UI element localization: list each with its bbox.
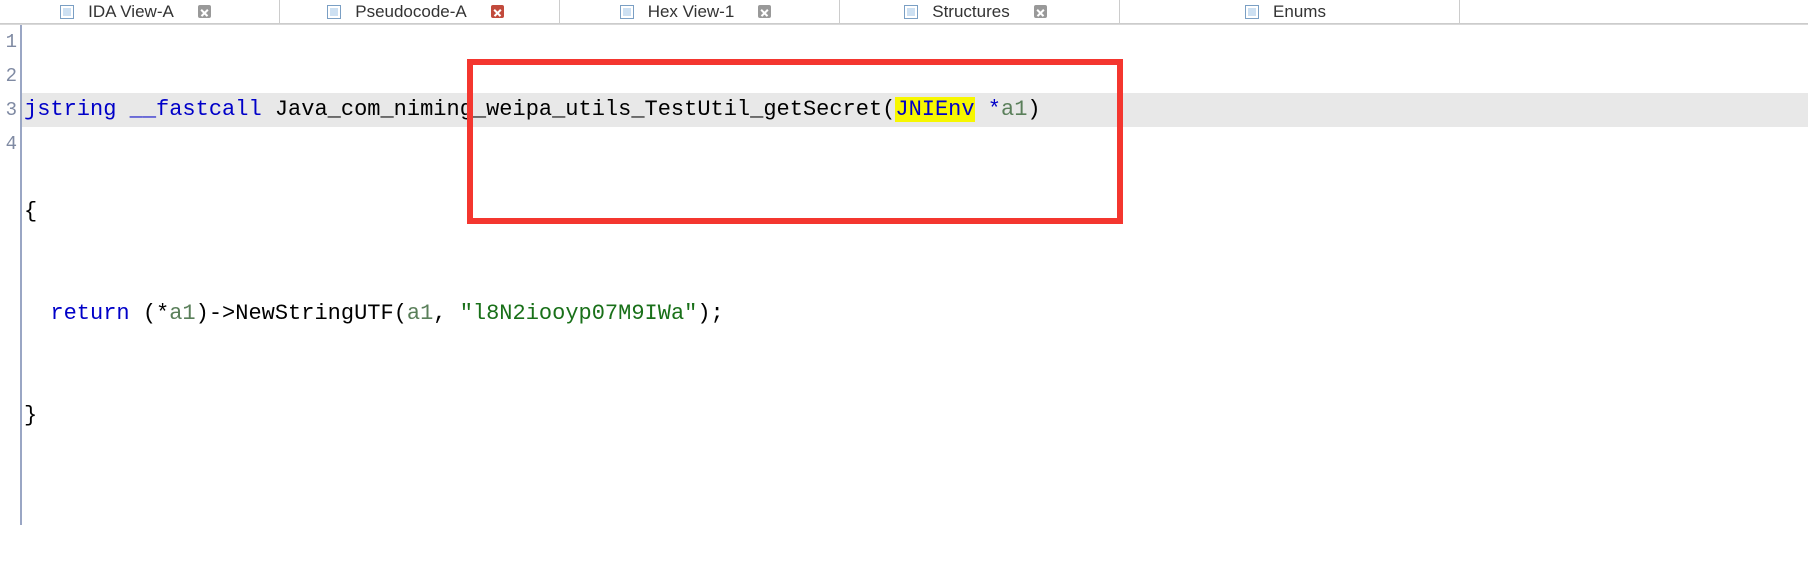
tab-structures[interactable]: Structures [840,0,1120,23]
token-arg: a1 [407,301,433,326]
token-type-jnienv: JNIEnv [895,97,974,122]
view-icon [620,5,634,19]
code-line-1: jstring __fastcall Java_com_niming_weipa… [22,93,1808,127]
tab-bar: IDA View-A Pseudocode-A Hex View-1 Struc… [0,0,1808,24]
close-icon[interactable] [198,5,211,18]
code-line-4: } [22,399,1808,433]
token-type: jstring [24,97,130,122]
view-icon [327,5,341,19]
close-icon[interactable] [1034,5,1047,18]
token-arg: a1 [1001,97,1027,122]
tab-label: Structures [932,2,1009,22]
tab-pseudocode-a[interactable]: Pseudocode-A [280,0,560,23]
tab-label: IDA View-A [88,2,174,22]
close-icon[interactable] [491,5,504,18]
line-number: 1 [0,25,20,59]
line-number: 2 [0,59,20,93]
code-area[interactable]: jstring __fastcall Java_com_niming_weipa… [22,25,1808,525]
token-arg: a1 [169,301,195,326]
code-line-2: { [22,195,1808,229]
line-number: 4 [0,127,20,161]
tab-label: Pseudocode-A [355,2,467,22]
view-icon [60,5,74,19]
token-call: NewStringUTF [235,301,393,326]
view-icon [1245,5,1259,19]
tab-hex-view-1[interactable]: Hex View-1 [560,0,840,23]
token-string: "l8N2iooyp07M9IWa" [460,301,698,326]
token-func-name: Java_com_niming_weipa_utils_TestUtil_get… [275,97,882,122]
tab-enums[interactable]: Enums [1120,0,1460,23]
code-line-3: return (*a1)->NewStringUTF(a1, "l8N2iooy… [22,297,1808,331]
view-icon [904,5,918,19]
token-return: return [50,301,129,326]
close-icon[interactable] [758,5,771,18]
token-callconv: __fastcall [130,97,262,122]
line-gutter: 1 2 3 4 [0,25,22,525]
line-number: 3 [0,93,20,127]
tab-label: Hex View-1 [648,2,735,22]
tab-label: Enums [1273,2,1326,22]
editor: 1 2 3 4 jstring __fastcall Java_com_nimi… [0,24,1808,525]
tab-ida-view-a[interactable]: IDA View-A [0,0,280,23]
